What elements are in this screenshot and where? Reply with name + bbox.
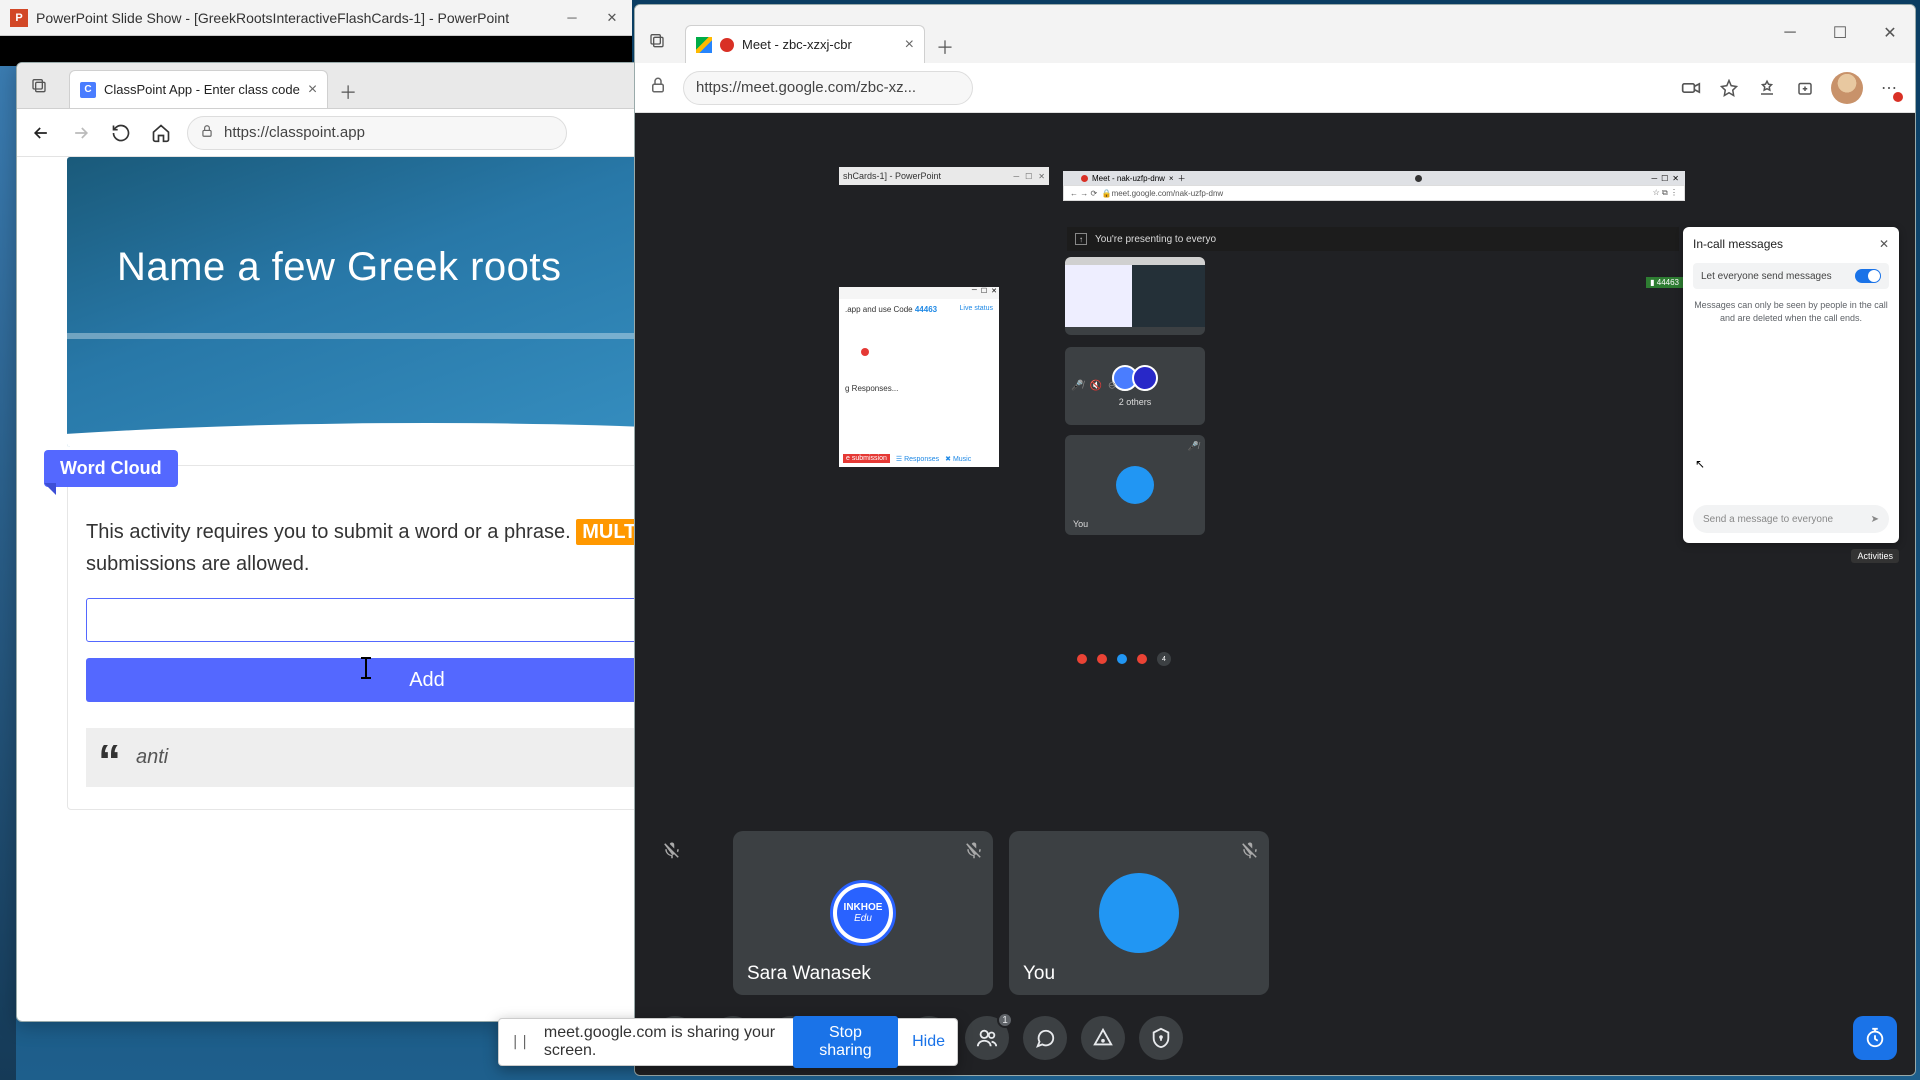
- chat-close-button[interactable]: ✕: [1879, 237, 1889, 251]
- tab-actions-button-right[interactable]: [637, 20, 677, 60]
- more-menu-button-right[interactable]: ⋯: [1877, 76, 1901, 100]
- mic-off-icon: 🎤̸: [1188, 441, 1199, 452]
- send-icon[interactable]: ➤: [1871, 514, 1879, 525]
- powerpoint-titlebar: P PowerPoint Slide Show - [GreekRootsInt…: [0, 0, 632, 36]
- edge-right-minimize-button[interactable]: ─: [1765, 13, 1815, 53]
- mic-off-icon: [1241, 841, 1259, 864]
- mini-participant-tiles: 🎤̸ 🔇 ⊖ 2 others 🎤̸ You: [1065, 257, 1681, 659]
- powerpoint-icon: P: [10, 9, 28, 27]
- word-cloud-badge: Word Cloud: [44, 450, 178, 487]
- people-button[interactable]: 1: [965, 1016, 1009, 1060]
- tab-title: ClassPoint App - Enter class code: [104, 82, 300, 97]
- collections-icon-right[interactable]: [1793, 76, 1817, 100]
- meet-main: shCards-1] - PowerPoint ─☐✕ Meet - nak-u…: [635, 113, 1915, 1075]
- desktop-edge-strip: [0, 66, 16, 1080]
- camera-permission-icon[interactable]: [1679, 76, 1703, 100]
- mic-off-icon: 🎤̸: [1071, 381, 1083, 392]
- tab-close-button[interactable]: ×: [308, 81, 317, 99]
- tab-meet[interactable]: Meet - zbc-xzxj-cbr ×: [685, 25, 925, 63]
- meet-favicon-icon: [696, 37, 712, 53]
- mini-tile-presentation: [1065, 257, 1205, 335]
- activities-button[interactable]: [1081, 1016, 1125, 1060]
- shared-screen-preview: shCards-1] - PowerPoint ─☐✕ Meet - nak-u…: [839, 167, 1905, 671]
- lock-icon: [200, 124, 214, 142]
- chat-note: Messages can only be seen by people in t…: [1693, 299, 1889, 324]
- refresh-button[interactable]: [107, 119, 135, 147]
- chat-button[interactable]: [1023, 1016, 1067, 1060]
- url-text-right: https://meet.google.com/zbc-xz...: [696, 79, 916, 96]
- in-call-messages-panel: In-call messages ✕ Let everyone send mes…: [1683, 227, 1899, 543]
- vol-off-icon: 🔇: [1089, 381, 1101, 392]
- profile-avatar-right[interactable]: [1831, 72, 1863, 104]
- chat-input[interactable]: Send a message to everyone ➤: [1693, 505, 1889, 533]
- tab-actions-button[interactable]: [19, 65, 59, 105]
- mini-classpoint-panel: ─☐✕ .app and use Code 44463 Live status …: [839, 287, 999, 467]
- new-tab-button[interactable]: ＋: [332, 76, 364, 108]
- activities-tooltip: Activities: [1851, 549, 1899, 563]
- hide-banner-button[interactable]: Hide: [912, 1033, 945, 1051]
- screen-share-banner: || meet.google.com is sharing your scree…: [498, 1018, 958, 1066]
- tab-meet-title: Meet - zbc-xzxj-cbr: [742, 37, 897, 52]
- mini-ppt-bar: shCards-1] - PowerPoint ─☐✕: [839, 167, 1049, 185]
- chat-title: In-call messages: [1693, 237, 1783, 251]
- mini-chrome: Meet - nak-uzfp-dnw ×＋ ─☐✕ ← → ⟳ 🔒 meet.…: [1063, 171, 1685, 203]
- favorites-list-icon-right[interactable]: [1755, 76, 1779, 100]
- site-info-icon[interactable]: [649, 76, 667, 99]
- edge-right-titlebar: Meet - zbc-xzxj-cbr × ＋ ─ ☐ ✕: [635, 5, 1915, 63]
- share-banner-text: meet.google.com is sharing your screen.: [544, 1024, 779, 1060]
- back-button[interactable]: [27, 119, 55, 147]
- mini-meet-bar: 4: [1077, 653, 1675, 665]
- tile-you[interactable]: You: [1009, 831, 1269, 995]
- url-text: https://classpoint.app: [224, 124, 365, 141]
- classpoint-favicon-icon: C: [80, 82, 96, 98]
- participant-tiles: INKHOE Edu Sara Wanasek You: [653, 831, 1905, 995]
- mic-off-icon: [663, 841, 681, 864]
- host-controls-button[interactable]: [1139, 1016, 1183, 1060]
- slide-question: Name a few Greek roots: [117, 245, 562, 290]
- tile-sara-name: Sara Wanasek: [747, 963, 871, 985]
- timer-button[interactable]: [1853, 1016, 1897, 1060]
- pause-icon: ||: [511, 1034, 530, 1050]
- forward-button[interactable]: [67, 119, 95, 147]
- people-badge: 1: [997, 1012, 1013, 1028]
- chat-toggle-label: Let everyone send messages: [1701, 271, 1832, 282]
- sara-avatar: INKHOE Edu: [830, 880, 896, 946]
- recording-indicator-icon: [720, 38, 734, 52]
- url-input-right[interactable]: https://meet.google.com/zbc-xz...: [683, 71, 973, 105]
- mini-tile-others: 🎤̸ 🔇 ⊖ 2 others: [1065, 347, 1205, 425]
- mouse-cursor-icon: ↖: [1695, 457, 1705, 471]
- ppt-close-button[interactable]: ✕: [592, 0, 632, 36]
- mini-tile-you: 🎤̸ You: [1065, 435, 1205, 535]
- ppt-window-controls: ─ ✕: [552, 0, 632, 36]
- ppt-minimize-button[interactable]: ─: [552, 0, 592, 36]
- edge-right-maximize-button[interactable]: ☐: [1815, 13, 1865, 53]
- powerpoint-title: PowerPoint Slide Show - [GreekRootsInter…: [36, 10, 509, 26]
- you-avatar: [1099, 873, 1179, 953]
- tile-placeholder: [653, 831, 717, 995]
- tile-you-name: You: [1023, 963, 1055, 985]
- chat-toggle[interactable]: [1855, 269, 1881, 283]
- edge-right-addressbar: https://meet.google.com/zbc-xz... ⋯: [635, 63, 1915, 113]
- stop-sharing-button[interactable]: Stop sharing: [793, 1016, 898, 1068]
- new-tab-button-right[interactable]: ＋: [929, 31, 961, 63]
- tile-sara[interactable]: INKHOE Edu Sara Wanasek: [733, 831, 993, 995]
- edge-window-meet: Meet - zbc-xzxj-cbr × ＋ ─ ☐ ✕ https://me…: [634, 4, 1916, 1076]
- tab-classpoint[interactable]: C ClassPoint App - Enter class code ×: [69, 70, 328, 108]
- text-cursor-icon: [365, 657, 367, 679]
- present-up-icon: ↑: [1075, 233, 1087, 245]
- edge-right-close-button[interactable]: ✕: [1865, 13, 1915, 53]
- home-button[interactable]: [147, 119, 175, 147]
- presenting-banner: ↑ You're presenting to everyo: [1067, 227, 1679, 251]
- url-input[interactable]: https://classpoint.app: [187, 116, 567, 150]
- tab-meet-close-button[interactable]: ×: [905, 36, 914, 54]
- mic-off-icon: [965, 841, 983, 864]
- favorite-star-icon-right[interactable]: [1717, 76, 1741, 100]
